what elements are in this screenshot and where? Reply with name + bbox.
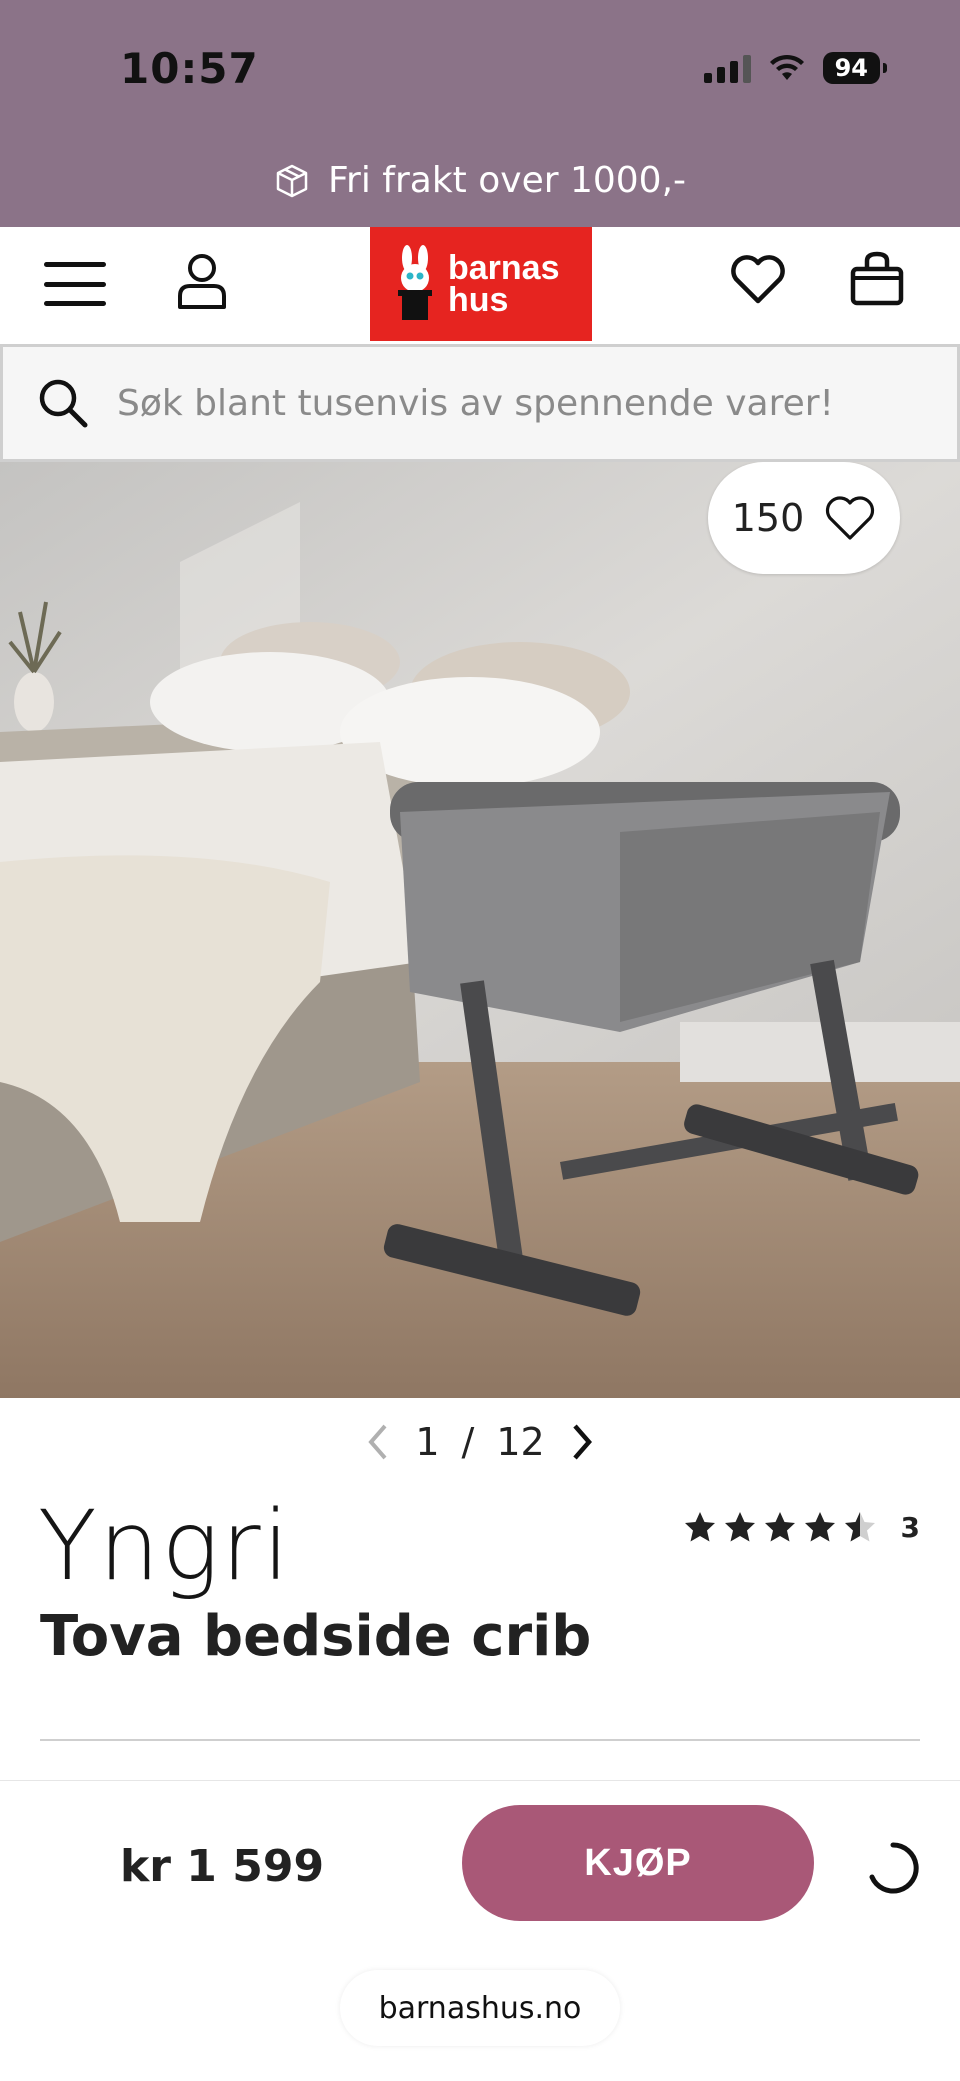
browser-url-bar[interactable]: barnashus.no: [340, 1970, 620, 2046]
top-band: 10:57 94 Fri frakt over 1000,-: [0, 0, 960, 227]
site-logo[interactable]: barnas hus: [370, 227, 592, 341]
shopping-bag-icon[interactable]: [848, 249, 906, 309]
pager-separator: /: [461, 1420, 475, 1464]
product-rating[interactable]: 3: [683, 1510, 920, 1544]
logo-line-1: barnas: [448, 249, 560, 287]
product-title: Tova bedside crib: [40, 1604, 592, 1669]
star-full-icon: [724, 1512, 755, 1542]
pager-current: 1: [415, 1420, 440, 1464]
menu-icon[interactable]: [44, 262, 106, 306]
heart-outline-icon: [826, 496, 875, 540]
status-icons: 94: [703, 52, 888, 84]
chevron-left-icon[interactable]: [363, 1422, 393, 1462]
signal-icon: [703, 53, 751, 83]
buy-bar: kr 1 599 KJØP: [0, 1780, 960, 1960]
product-image[interactable]: 150: [0, 462, 960, 1398]
status-time: 10:57: [120, 44, 259, 93]
loading-spinner-icon: [869, 1842, 919, 1894]
pager-total: 12: [496, 1420, 545, 1464]
product-photo: [0, 462, 960, 1398]
search-icon[interactable]: [37, 377, 89, 429]
divider: [40, 1739, 920, 1741]
star-full-icon: [764, 1512, 795, 1542]
search-input[interactable]: [117, 382, 917, 424]
star-half-icon: [844, 1512, 875, 1542]
favorite-count-button[interactable]: 150: [708, 462, 900, 574]
search-bar: [0, 344, 960, 462]
rating-count: 3: [900, 1510, 920, 1544]
favorite-count: 150: [731, 496, 805, 540]
promo-banner: Fri frakt over 1000,-: [0, 160, 960, 201]
star-full-icon: [804, 1512, 835, 1542]
rabbit-hat-icon: [398, 245, 432, 320]
site-header: barnas hus: [0, 227, 960, 341]
heart-icon[interactable]: [728, 249, 788, 309]
user-icon[interactable]: [175, 252, 229, 310]
chevron-right-icon[interactable]: [567, 1422, 597, 1462]
logo-line-2: hus: [448, 281, 509, 319]
star-full-icon: [684, 1512, 715, 1542]
battery-indicator: 94: [822, 52, 888, 84]
promo-text: Fri frakt over 1000,-: [327, 160, 687, 201]
wifi-icon: [769, 54, 804, 80]
buy-button[interactable]: KJØP: [462, 1805, 814, 1921]
product-price: kr 1 599: [120, 1841, 325, 1892]
brand-logo[interactable]: Yngri: [38, 1490, 291, 1602]
image-pager: 1 / 12: [0, 1420, 960, 1464]
package-icon: [276, 164, 308, 197]
